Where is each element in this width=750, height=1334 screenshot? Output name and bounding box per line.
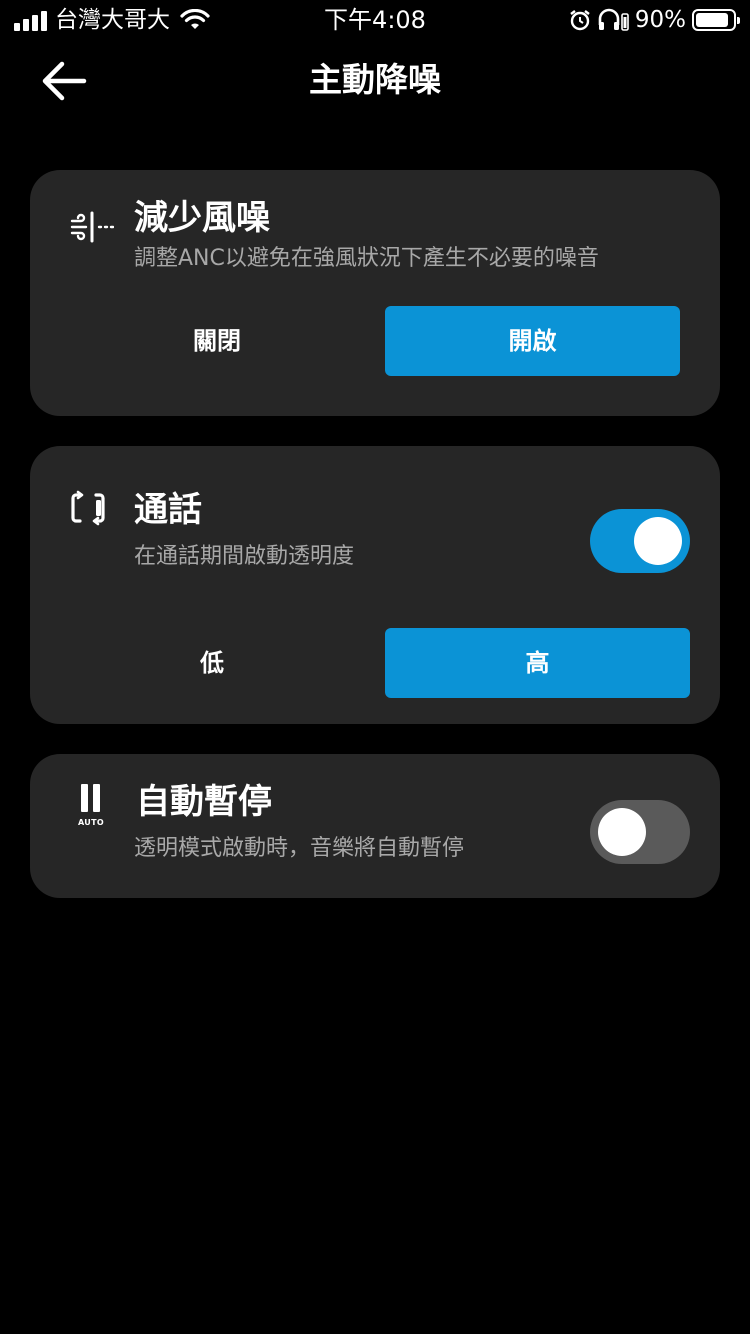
wind-noise-off-button[interactable]: 關閉 [92,306,342,376]
call-card: 通話 在通話期間啟動透明度 低 高 [30,446,720,724]
call-transparency-toggle[interactable] [590,509,690,573]
alarm-icon [570,10,590,31]
wind-noise-description: 調整ANC以避免在強風狀況下產生不必要的噪音 [134,246,599,271]
wind-noise-on-button[interactable]: 開啟 [385,306,680,376]
wind-icon [70,211,114,243]
status-right: 90% [569,6,740,34]
battery-icon [692,9,740,31]
status-bar: 台灣大哥大 下午4:08 90% [0,0,750,40]
call-title: 通話 [134,490,202,530]
pause-icon [81,784,100,812]
auto-pause-description: 透明模式啟動時，音樂將自動暫停 [134,836,465,861]
battery-percent: 90% [634,7,686,33]
auto-pause-title: 自動暫停 [136,782,272,822]
wind-noise-title: 減少風噪 [134,198,270,238]
phone-swap-icon [71,490,105,526]
pause-auto-icon: AUTO [76,782,106,828]
toggle-knob [634,517,682,565]
call-high-button[interactable]: 高 [385,628,690,698]
toggle-knob [598,808,646,856]
auto-icon-caption: AUTO [78,818,104,827]
page-title: 主動降噪 [309,60,441,99]
screen: 台灣大哥大 下午4:08 90% 主動降噪 減少風噪 調整ANC以避免在強風狀況… [0,0,750,1334]
call-description: 在通話期間啟動透明度 [134,544,355,569]
wind-noise-card: 減少風噪 調整ANC以避免在強風狀況下產生不必要的噪音 關閉 開啟 [30,170,720,416]
auto-pause-toggle[interactable] [590,800,690,864]
auto-pause-card: AUTO 自動暫停 透明模式啟動時，音樂將自動暫停 [30,754,720,898]
call-low-button[interactable]: 低 [92,628,332,698]
headphones-icon [598,8,629,31]
